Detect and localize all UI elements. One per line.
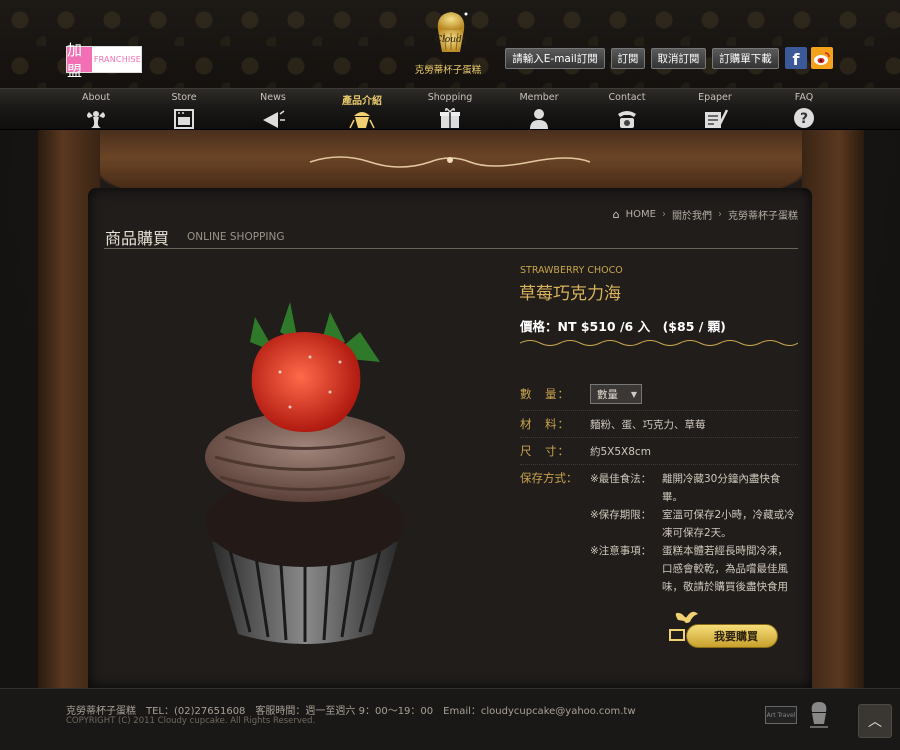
buy-button[interactable]: 我要購買 bbox=[668, 606, 780, 652]
logo-text: Cloudy bbox=[435, 35, 468, 45]
ornament-icon bbox=[309, 156, 591, 168]
storage-item-text: 室溫可保存2小時，冷藏或冷凍可保存2天。 bbox=[662, 509, 795, 539]
storage-item-text: 離開冷藏30分鐘內盡快食畢。 bbox=[662, 473, 781, 503]
page-title: 商品購買 bbox=[105, 229, 170, 248]
nav-epaper-label: Epaper bbox=[698, 92, 732, 103]
divider-ornament-icon bbox=[520, 340, 798, 346]
angel-icon bbox=[87, 111, 105, 128]
nav-member-label: Member bbox=[519, 92, 559, 103]
nav-member[interactable]: Member bbox=[504, 92, 574, 130]
gift-icon bbox=[440, 108, 460, 128]
oven-icon bbox=[174, 109, 194, 129]
quantity-select[interactable]: 數量 ▼ bbox=[590, 384, 642, 404]
order-download-button[interactable]: 訂購單下載 bbox=[712, 48, 779, 69]
franchise-link[interactable]: 加盟 FRANCHISE bbox=[66, 41, 142, 80]
site-logo[interactable]: Cloudy 克勞蒂杯子蛋糕 bbox=[415, 6, 484, 88]
phone-icon bbox=[618, 111, 636, 128]
breadcrumb-current: 克勞蒂杯子蛋糕 bbox=[728, 211, 798, 222]
unsubscribe-button[interactable]: 取消訂閱 bbox=[651, 48, 706, 69]
email-input[interactable]: 請輸入E-mail訂閱 bbox=[505, 48, 605, 69]
nav-shopping-label: Shopping bbox=[427, 92, 473, 103]
subscribe-button[interactable]: 訂閱 bbox=[611, 48, 645, 69]
breadcrumb-home[interactable]: HOME bbox=[626, 209, 656, 220]
breadcrumb-about[interactable]: 關於我們 bbox=[672, 207, 712, 222]
logo-cupcake-icon: Cloudy bbox=[430, 6, 472, 58]
footer-badge: Art Travel bbox=[765, 706, 797, 724]
storage-item-text: 蛋糕本體若經長時間冷凍，口感會較乾，為品嚐最佳風味，敬請於購買後盡快食用 bbox=[662, 545, 788, 593]
nav-about-label: About bbox=[81, 92, 111, 103]
size-value: 約5X5X8cm bbox=[590, 446, 651, 458]
storage-item-label: ※保存期限： bbox=[590, 509, 652, 521]
storage-item-label: ※最佳食法： bbox=[590, 473, 652, 485]
nav-faq[interactable]: FAQ ? bbox=[769, 92, 839, 130]
footer-copyright: COPYRIGHT (C) 2011 Cloudy cupcake. All R… bbox=[66, 716, 316, 726]
page-subtitle: ONLINE SHOPPING bbox=[187, 231, 285, 243]
nav-contact-label: Contact bbox=[608, 92, 646, 103]
storage-label: 保存方式： bbox=[520, 471, 578, 485]
newsletter-icon bbox=[705, 109, 728, 128]
franchise-zh: 加盟 bbox=[67, 41, 92, 80]
main-nav: About Store News 產品介紹 Shopping Member Co… bbox=[0, 88, 900, 130]
product-name-en: STRAWBERRY CHOCO bbox=[520, 265, 623, 276]
logo-subtitle: 克勞蒂杯子蛋糕 bbox=[414, 65, 482, 76]
facebook-icon[interactable]: f bbox=[785, 47, 807, 69]
quantity-label: 數 量： bbox=[520, 387, 570, 401]
home-icon[interactable]: ⌂ bbox=[613, 208, 620, 221]
breadcrumb-sep: › bbox=[662, 209, 666, 220]
title-divider bbox=[104, 248, 798, 249]
megaphone-icon bbox=[263, 110, 285, 128]
breadcrumb-sep: › bbox=[718, 209, 722, 220]
weibo-icon[interactable] bbox=[811, 47, 833, 69]
size-label: 尺 寸： bbox=[520, 444, 570, 458]
storage-item-label: ※注意事項： bbox=[590, 545, 652, 557]
product-name: 草莓巧克力海 bbox=[519, 284, 621, 304]
nav-products[interactable]: 產品介紹 bbox=[327, 92, 397, 130]
user-icon bbox=[530, 109, 548, 129]
back-to-top-button[interactable]: ︿ bbox=[858, 704, 892, 738]
footer-logo-icon bbox=[810, 702, 828, 728]
nav-news[interactable]: News bbox=[238, 92, 308, 130]
nav-epaper[interactable]: Epaper bbox=[680, 92, 750, 130]
row-divider bbox=[520, 464, 798, 465]
row-divider bbox=[520, 437, 798, 438]
product-image bbox=[205, 302, 405, 644]
nav-news-label: News bbox=[260, 92, 286, 103]
nav-faq-label: FAQ bbox=[794, 92, 814, 103]
material-label: 材 料： bbox=[520, 417, 570, 431]
material-value: 麵粉、蛋、巧克力、草莓 bbox=[590, 419, 706, 431]
svg-text:?: ? bbox=[800, 111, 808, 127]
quantity-value: 數量 bbox=[597, 388, 618, 401]
breadcrumb: ⌂ HOME › 關於我們 › 克勞蒂杯子蛋糕 bbox=[613, 207, 798, 222]
header: 加盟 FRANCHISE Cloudy 克勞蒂杯子蛋糕 請輸入E-mail訂閱 … bbox=[0, 0, 900, 88]
footer-contact: 克勞蒂杯子蛋糕 TEL：(02)27651608 客服時間：週一至週六 9：00… bbox=[66, 706, 636, 717]
nav-products-label: 產品介紹 bbox=[342, 96, 382, 107]
nav-store[interactable]: Store bbox=[149, 92, 219, 130]
buy-button-label: 我要購買 bbox=[686, 624, 778, 648]
product-price: 價格：NT $510 /6 入 ($85 / 顆) bbox=[520, 319, 726, 334]
nav-about[interactable]: About bbox=[61, 92, 131, 130]
nav-contact[interactable]: Contact bbox=[592, 92, 662, 130]
franchise-en: FRANCHISE bbox=[93, 55, 141, 64]
nav-shopping[interactable]: Shopping bbox=[415, 92, 485, 130]
nav-store-label: Store bbox=[171, 92, 197, 103]
chevron-down-icon: ▼ bbox=[630, 390, 637, 399]
cupcake-icon bbox=[349, 112, 375, 129]
row-divider bbox=[520, 410, 798, 411]
question-icon: ? bbox=[794, 108, 814, 128]
